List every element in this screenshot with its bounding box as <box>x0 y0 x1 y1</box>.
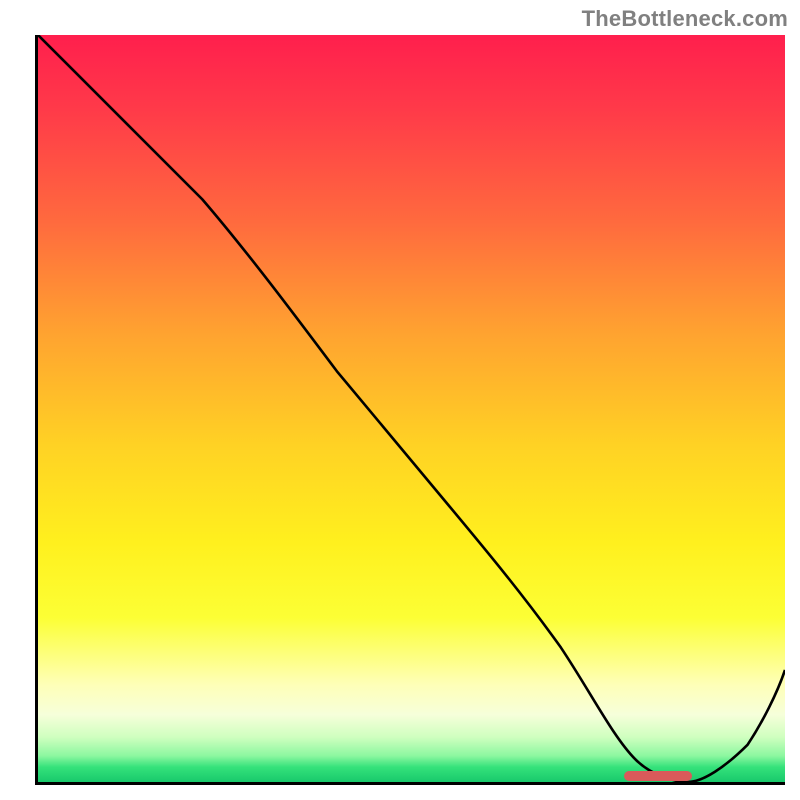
bottleneck-curve-path <box>38 35 785 782</box>
curve-layer <box>38 35 785 782</box>
optimal-range-marker <box>624 771 691 781</box>
chart-frame: TheBottleneck.com <box>0 0 800 800</box>
plot-area <box>35 35 785 785</box>
watermark-text: TheBottleneck.com <box>582 6 788 32</box>
